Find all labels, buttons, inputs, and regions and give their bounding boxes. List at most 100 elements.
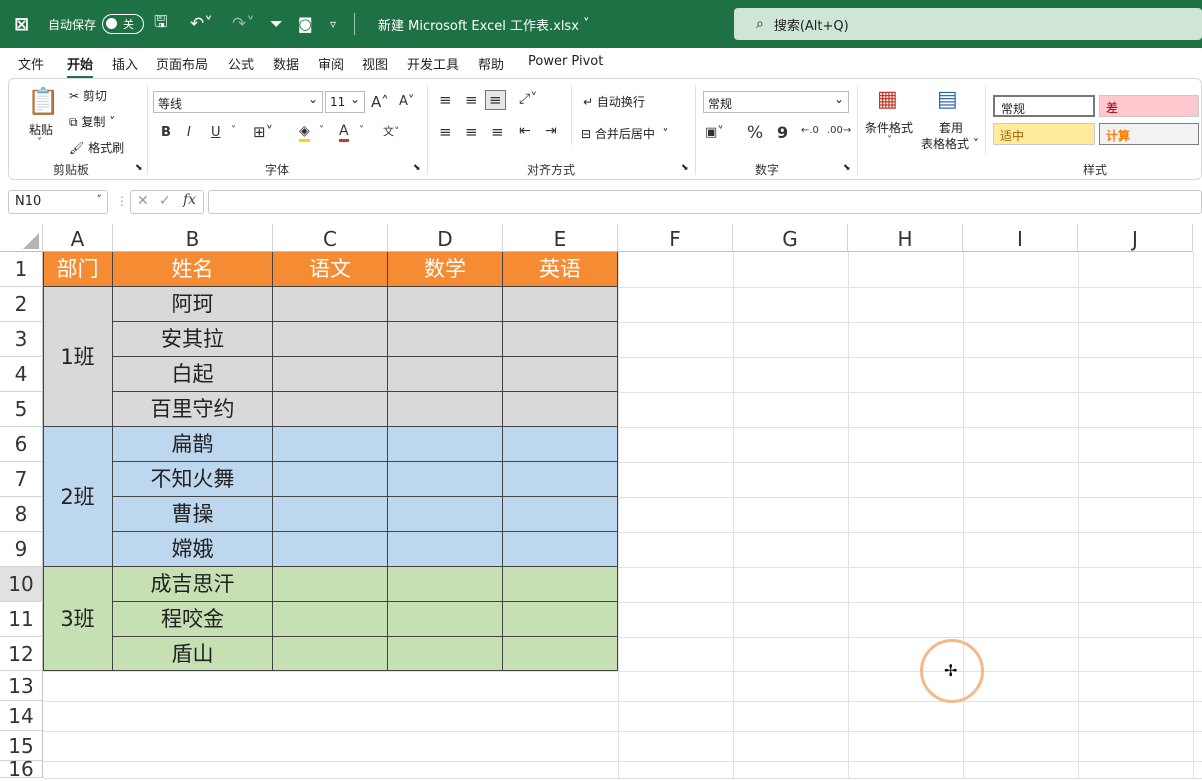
header-cell[interactable]: 数学 [388, 252, 503, 287]
name-cell[interactable]: 白起 [113, 357, 273, 392]
tab-view[interactable]: 视图 [362, 54, 388, 73]
align-left-icon[interactable]: ≡ [439, 123, 452, 141]
score-cell[interactable] [273, 602, 388, 637]
table-format-icon[interactable]: ▤ [937, 87, 958, 112]
score-cell[interactable] [273, 567, 388, 602]
name-cell[interactable]: 安其拉 [113, 322, 273, 357]
score-cell[interactable] [503, 532, 618, 567]
score-cell[interactable] [388, 357, 503, 392]
autosave-toggle[interactable]: 关 [102, 0, 144, 48]
score-cell[interactable] [503, 357, 618, 392]
tab-home[interactable]: 开始 [67, 54, 94, 79]
name-cell[interactable]: 嫦娥 [113, 532, 273, 567]
font-name-select[interactable]: 等线 [153, 91, 323, 113]
row-header-6[interactable]: 6 [0, 427, 43, 462]
row-header-11[interactable]: 11 [0, 602, 43, 637]
score-cell[interactable] [503, 427, 618, 462]
tab-help[interactable]: 帮助 [478, 54, 504, 73]
tab-developer[interactable]: 开发工具 [407, 54, 459, 73]
align-middle-icon[interactable]: ≡ [465, 91, 478, 109]
tab-power-pivot[interactable]: Power Pivot [528, 54, 603, 69]
score-cell[interactable] [503, 462, 618, 497]
name-cell[interactable]: 不知火舞 [113, 462, 273, 497]
font-color-icon[interactable]: A [339, 123, 349, 142]
score-cell[interactable] [273, 532, 388, 567]
font-size-select[interactable]: 11 [325, 91, 365, 113]
row-header-3[interactable]: 3 [0, 322, 43, 357]
camera-icon[interactable]: ◙ [298, 0, 313, 48]
number-launcher-icon[interactable]: ⬊ [843, 163, 851, 173]
table-format-label-2[interactable]: 表格格式 ˅ [921, 135, 979, 152]
style-calculation[interactable]: 计算 [1099, 123, 1199, 145]
underline-button[interactable]: U [211, 125, 221, 140]
font-launcher-icon[interactable]: ⬊ [413, 163, 421, 173]
score-cell[interactable] [388, 567, 503, 602]
decrease-indent-icon[interactable]: ⇤ [519, 123, 531, 139]
name-cell[interactable]: 阿珂 [113, 287, 273, 322]
score-cell[interactable] [388, 427, 503, 462]
percent-button[interactable]: % [747, 123, 763, 143]
style-normal[interactable]: 常规 [993, 95, 1095, 117]
phonetic-icon[interactable]: 文˅ [383, 123, 400, 139]
name-box-dropdown-icon[interactable]: ˅ [97, 193, 103, 206]
clipboard-launcher-icon[interactable]: ⬊ [135, 163, 143, 173]
row-header-16[interactable]: 16 [0, 759, 43, 779]
decrease-decimal-icon[interactable]: .00→ [827, 125, 851, 136]
tab-page-layout[interactable]: 页面布局 [156, 54, 208, 73]
align-top-icon[interactable]: ≡ [439, 91, 452, 109]
redo-icon[interactable]: ↷˅ [232, 0, 255, 48]
row-header-5[interactable]: 5 [0, 392, 43, 427]
score-cell[interactable] [388, 637, 503, 671]
document-title[interactable]: 新建 Microsoft Excel 工作表.xlsx ˅ [378, 0, 590, 48]
row-header-14[interactable]: 14 [0, 701, 43, 731]
score-cell[interactable] [273, 497, 388, 532]
conditional-format-button[interactable]: 条件格式 [865, 119, 913, 136]
enter-icon[interactable]: ✓ [159, 193, 171, 209]
header-cell[interactable]: 姓名 [113, 252, 273, 287]
name-cell[interactable]: 程咬金 [113, 602, 273, 637]
number-format-select[interactable]: 常规 [703, 91, 849, 113]
search-box[interactable]: ⌕ 搜索(Alt+Q) [734, 8, 1202, 40]
paste-button[interactable]: 粘贴 [29, 121, 53, 138]
align-center-icon[interactable]: ≡ [465, 123, 478, 141]
score-cell[interactable] [503, 287, 618, 322]
paste-icon[interactable]: 📋 [27, 87, 59, 117]
row-header-8[interactable]: 8 [0, 497, 43, 532]
column-header-H[interactable]: H [848, 224, 963, 252]
row-header-9[interactable]: 9 [0, 532, 43, 567]
column-header-D[interactable]: D [388, 224, 503, 252]
score-cell[interactable] [273, 637, 388, 671]
style-neutral[interactable]: 适中 [993, 123, 1095, 145]
score-cell[interactable] [503, 392, 618, 427]
column-header-I[interactable]: I [963, 224, 1078, 252]
font-color-dropdown-icon[interactable]: ˅ [359, 125, 364, 136]
score-cell[interactable] [273, 462, 388, 497]
select-all-corner[interactable] [0, 224, 43, 252]
column-header-A[interactable]: A [43, 224, 113, 252]
align-bottom-icon[interactable]: ≡ [485, 90, 506, 110]
row-header-10[interactable]: 10 [0, 567, 43, 602]
column-header-B[interactable]: B [113, 224, 273, 252]
score-cell[interactable] [388, 532, 503, 567]
score-cell[interactable] [503, 567, 618, 602]
paste-dropdown-icon[interactable]: ˅ [37, 137, 42, 148]
column-header-J[interactable]: J [1078, 224, 1193, 252]
row-header-7[interactable]: 7 [0, 462, 43, 497]
header-cell[interactable]: 语文 [273, 252, 388, 287]
row-header-12[interactable]: 12 [0, 637, 43, 671]
increase-decimal-icon[interactable]: ←.0 [801, 125, 819, 136]
score-cell[interactable] [503, 497, 618, 532]
conditional-format-dropdown-icon[interactable]: ˅ [887, 135, 892, 146]
row-header-2[interactable]: 2 [0, 287, 43, 322]
score-cell[interactable] [388, 462, 503, 497]
column-header-E[interactable]: E [503, 224, 618, 252]
score-cell[interactable] [273, 427, 388, 462]
increase-indent-icon[interactable]: ⇥ [545, 123, 557, 139]
style-bad[interactable]: 差 [1099, 95, 1199, 117]
decrease-font-icon[interactable]: A˅ [399, 94, 414, 109]
dept-cell[interactable]: 1班 [43, 287, 113, 427]
score-cell[interactable] [273, 392, 388, 427]
score-cell[interactable] [273, 357, 388, 392]
fill-color-dropdown-icon[interactable]: ˅ [319, 125, 324, 136]
tab-formulas[interactable]: 公式 [228, 54, 254, 73]
